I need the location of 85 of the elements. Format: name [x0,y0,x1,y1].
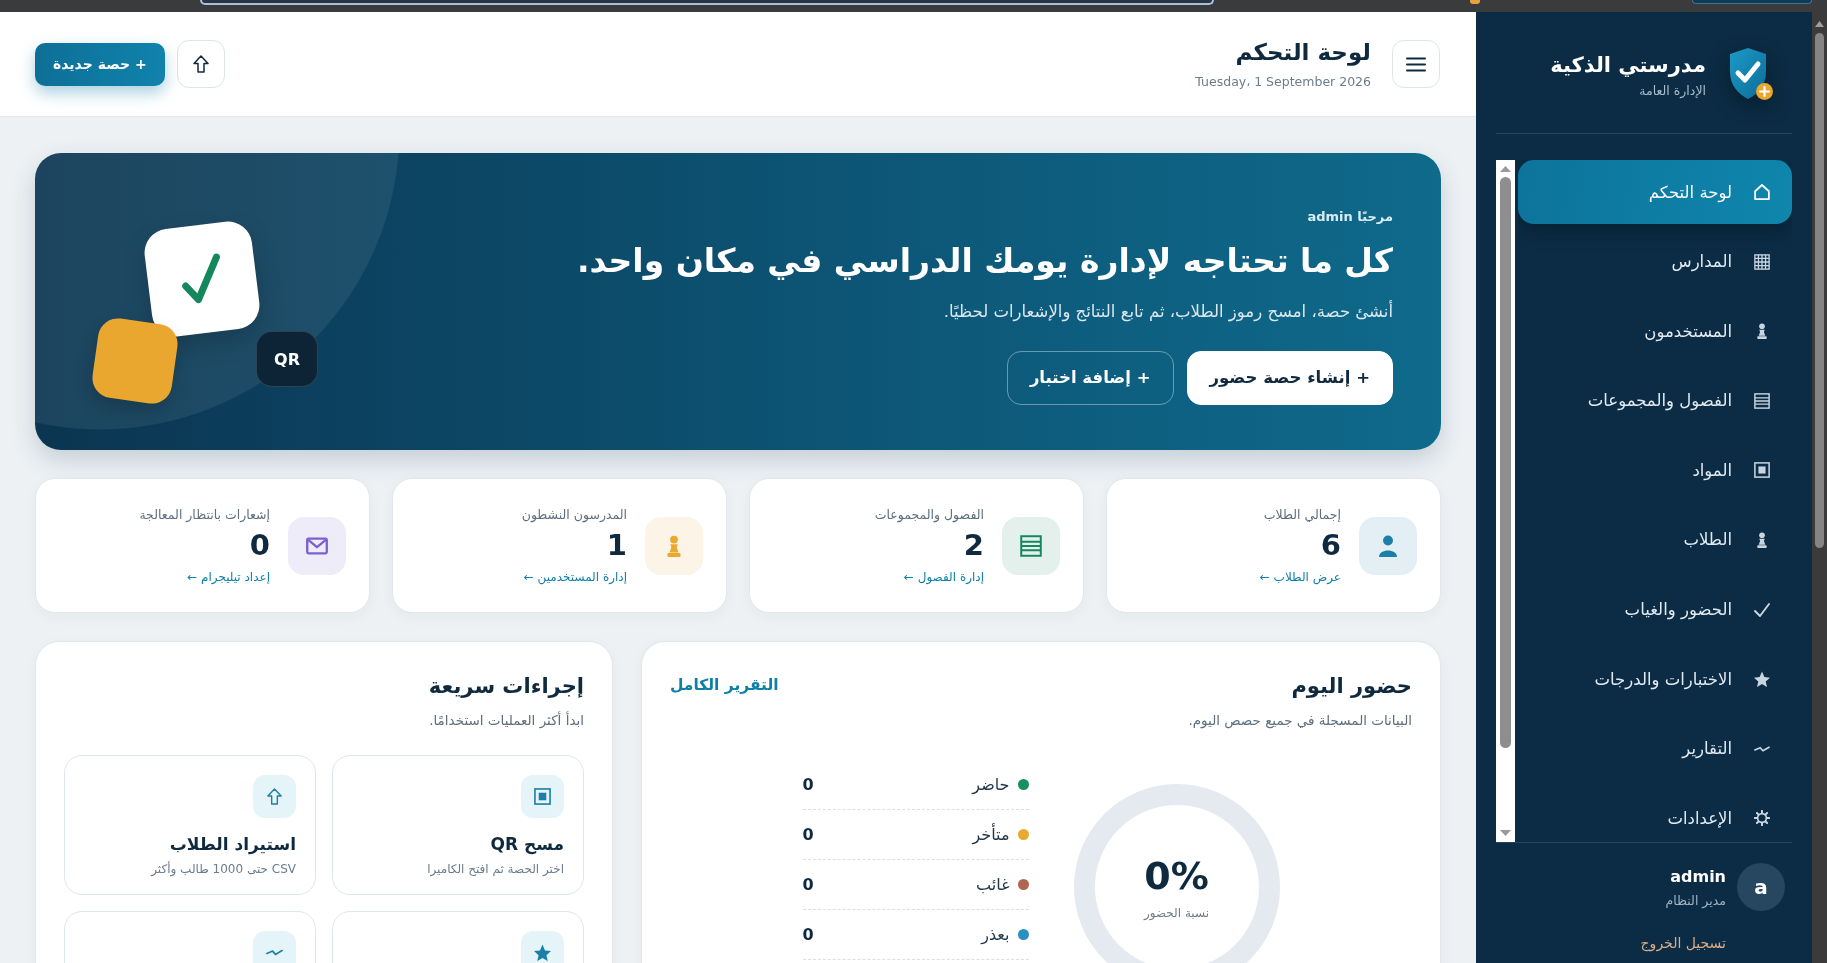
stat-link[interactable]: إدارة الفصول ← [903,570,984,584]
nav-item[interactable]: الإعدادات [1518,786,1792,842]
action-card[interactable]: استيراد الطلاب CSV حتى 1000 طالب وأكثر [64,755,316,895]
shield-icon [1728,47,1774,103]
arrow-up-icon [253,775,296,818]
nav-scrollbar[interactable] [1496,160,1515,842]
panel-subtitle: البيانات المسجلة في جميع حصص اليوم. [1188,712,1412,728]
attendance-rate: 0% [1144,854,1209,898]
list-icon [1754,392,1770,409]
stat-value: 1 [606,528,627,562]
stat-value: 6 [1320,528,1341,562]
rate-caption: نسبة الحضور [1143,906,1210,920]
app-title: مدرستي الذكية [1550,52,1706,77]
stat-link[interactable]: إدارة المستخدمين ← [523,570,627,584]
hero-headline: كل ما تحتاجه لإدارة يومك الدراسي في مكان واحد. [576,240,1393,280]
user-role: مدير النظام [1665,892,1726,908]
nav-item[interactable]: المدارس [1518,229,1792,294]
nav-item[interactable]: التقارير [1518,716,1792,781]
upload-button[interactable] [176,40,225,88]
toolbar-button[interactable] [1692,0,1812,4]
greeting-text: مرحبًا admin [1307,208,1393,224]
nav-item[interactable]: لوحة التحكم [1518,160,1792,224]
panel-title: إجراءات سريعة [428,674,584,698]
panel-subtitle: ابدأ أكثر العمليات استخدامًا. [429,712,584,728]
stat-label: الفصول والمجموعات [874,507,984,522]
arrow-up-icon [192,55,209,73]
square-icon [1754,462,1770,479]
legend-label: غائب [976,875,1010,894]
stat-link[interactable]: عرض الطلاب ← [1259,570,1341,584]
nav-item[interactable]: الاختبارات والدرجات [1518,647,1792,712]
scrollbar-thumb[interactable] [1500,177,1511,748]
address-field[interactable] [200,0,1214,5]
legend-label: بعذر [981,925,1010,944]
menu-button[interactable] [1392,40,1440,88]
stat-value: 0 [249,528,270,562]
scroll-up-icon[interactable] [1500,166,1511,172]
action-title: مسح QR [490,834,564,854]
scrollbar-thumb[interactable] [1815,33,1824,548]
action-title: استيراد الطلاب [169,834,296,854]
add-exam-button[interactable]: + إضافة اختبار [1006,350,1174,405]
legend-label: حاضر [972,775,1010,794]
toolbar-icon[interactable] [1470,0,1480,4]
stat-label: إجمالي الطلاب [1263,507,1341,522]
page-title: لوحة التحكم [1234,39,1371,65]
legend-label: متأخر [972,825,1010,844]
app-subtitle: الإدارة العامة [1638,82,1706,98]
page-scrollbar[interactable] [1812,12,1827,963]
scroll-up-icon[interactable] [1815,21,1824,27]
pawn-icon [1754,531,1770,548]
action-description: CSV حتى 1000 طالب وأكثر [151,862,296,876]
new-session-button[interactable]: + حصة جديدة [35,42,165,86]
nav-item[interactable]: الحضور والغياب [1518,577,1792,642]
action-card[interactable]: مسح QR اختر الحصة ثم افتح الكاميرا [332,755,584,895]
legend-value: 0 [802,875,814,894]
star-icon [1754,671,1770,688]
home-icon [1754,184,1770,200]
user-name: admin [1669,866,1726,886]
nav-item[interactable]: الطلاب [1518,507,1792,572]
check-icon [1754,601,1770,618]
logout-link[interactable]: تسجيل الخروج [1640,935,1726,951]
legend-value: 0 [802,775,814,794]
stat-label: المدرسون النشطون [521,507,627,522]
scroll-down-icon[interactable] [1500,830,1511,836]
hero-subtitle: أنشئ حصة، امسح رموز الطلاب، ثم تابع النتائج والإشعارات لحظيًا. [943,301,1393,321]
gear-icon [1754,810,1770,827]
full-report-link[interactable]: التقرير الكامل [670,676,779,694]
menu-icon [1406,56,1426,72]
grid-icon [1754,253,1770,270]
panel-title: حضور اليوم [1291,674,1412,698]
zigzag-icon [253,931,296,963]
date-text: Tuesday، 1 September 2026 [1195,74,1371,89]
user-avatar: a [1737,863,1785,911]
star-icon [521,931,564,963]
action-description: اختر الحصة ثم افتح الكاميرا [427,862,564,876]
nav-item[interactable]: المستخدمون [1518,299,1792,364]
nav-item[interactable]: المواد [1518,438,1792,503]
legend-value: 0 [802,825,814,844]
legend-value: 0 [802,925,814,944]
stat-label: إشعارات بانتظار المعالجة [139,507,270,522]
qr-badge: QR [256,331,318,387]
stat-link[interactable]: إعداد تيليجرام ← [187,570,270,584]
nav-item[interactable]: الفصول والمجموعات [1518,368,1792,433]
create-session-button[interactable]: + إنشاء حصة حضور [1186,350,1393,405]
stat-value: 2 [963,528,984,562]
pawn-icon [1754,323,1770,340]
